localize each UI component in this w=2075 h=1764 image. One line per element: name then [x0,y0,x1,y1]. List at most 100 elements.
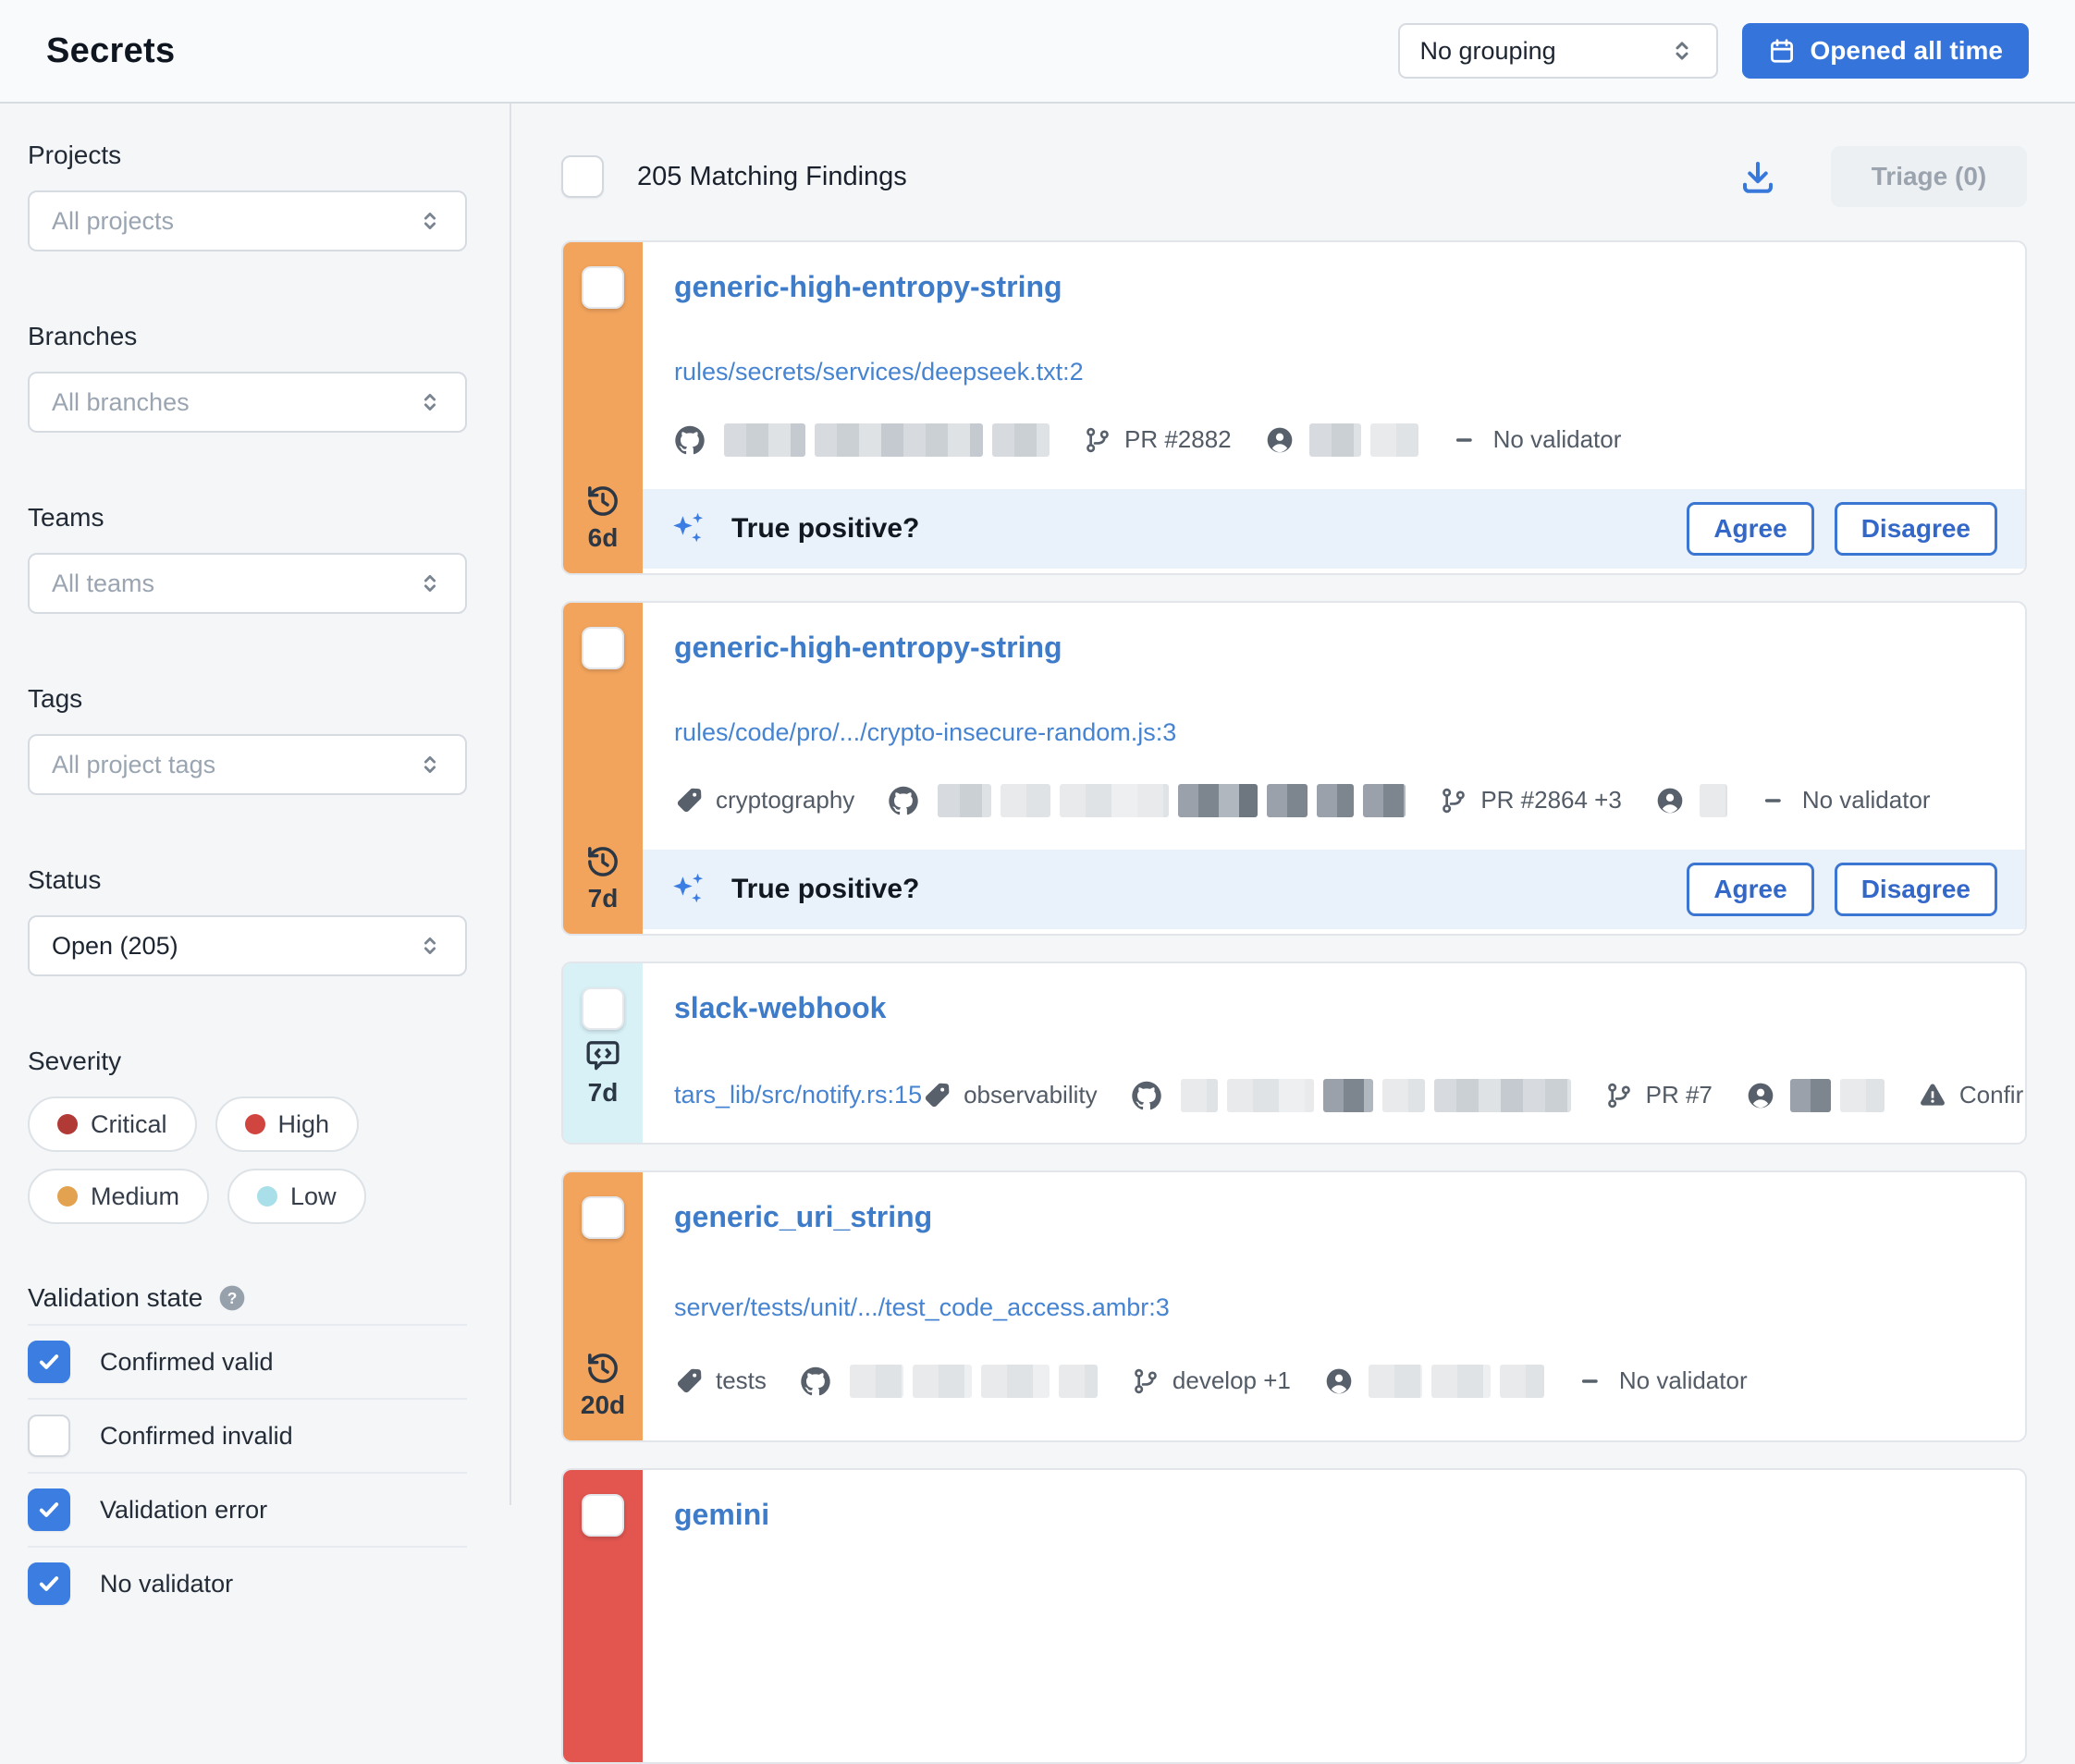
help-icon: ? [217,1283,247,1313]
redacted-text [1059,1365,1098,1398]
validation-state-label: Validation state [28,1283,203,1313]
redacted-text [850,1365,903,1398]
validation-option-row: No validator [28,1546,467,1620]
severity-bar: 7d [563,963,643,1143]
validation-checkbox-label: No validator [100,1570,233,1599]
redacted-text [724,423,805,457]
tag-icon [674,786,704,815]
finding-content: slack-webhook tars_lib/src/notify.rs:15ob… [643,963,2025,1143]
severity-pill-medium[interactable]: Medium [28,1169,209,1224]
severity-pill-low[interactable]: Low [227,1169,366,1224]
finding-path-row: tars_lib/src/notify.rs:15observabilityPR… [674,1079,1988,1112]
findings-list: 6dgeneric-high-entropy-stringrules/secre… [561,240,2027,1764]
finding-title[interactable]: generic-high-entropy-string [674,270,1062,304]
finding-title[interactable]: generic_uri_string [674,1200,932,1234]
finding-path[interactable]: rules/code/pro/.../crypto-insecure-rando… [674,718,1176,747]
chevron-updown-icon [417,208,443,234]
redacted-text [1370,423,1418,457]
finding-checkbox[interactable] [582,627,624,669]
finding-card: gemini [561,1468,2027,1764]
finding-path[interactable]: tars_lib/src/notify.rs:15 [674,1081,922,1109]
filter-select-tags[interactable]: All project tags [28,734,467,795]
redacted-text [1434,1079,1571,1112]
redacted-text [1840,1079,1885,1112]
filters-sidebar: ProjectsAll projectsBranchesAll branches… [0,104,511,1505]
tag-segment: observability [922,1081,1098,1110]
filter-select-status[interactable]: Open (205) [28,915,467,976]
filter-select-projects[interactable]: All projects [28,190,467,251]
filter-label: Status [28,865,467,895]
validation-checkbox[interactable] [28,1415,70,1457]
triage-button[interactable]: Triage (0) [1831,146,2027,207]
history-icon [584,483,621,520]
validation-checkbox[interactable] [28,1488,70,1531]
tag-label: cryptography [716,786,854,815]
disagree-button[interactable]: Disagree [1835,502,1997,556]
finding-checkbox[interactable] [582,1494,624,1537]
validator-label: Confirmed valid [1959,1081,2027,1109]
branch-segment: PR #2882 [1083,425,1232,455]
validator-label: No validator [1493,425,1622,454]
agree-button[interactable]: Agree [1687,502,1813,556]
page-title: Secrets [46,31,175,71]
finding-path[interactable]: server/tests/unit/.../test_code_access.a… [674,1293,1170,1322]
validation-checkbox[interactable] [28,1341,70,1383]
grouping-select-value: No grouping [1420,37,1556,66]
severity-section: SeverityCriticalHighMediumLow [28,1047,467,1224]
filter-select-value: All project tags [52,751,215,779]
actor-segment [1265,423,1418,457]
grouping-select[interactable]: No grouping [1398,23,1718,79]
date-range-button[interactable]: Opened all time [1742,23,2030,79]
redacted-text [1323,1079,1373,1112]
sparkles-icon [667,869,707,910]
repo-redaction [850,1365,1098,1398]
filter-label: Teams [28,503,467,533]
validator-label: No validator [1802,786,1931,815]
finding-title[interactable]: gemini [674,1498,769,1532]
redacted-text [1382,1079,1425,1112]
filter-select-value: All projects [52,207,174,236]
filter-select-teams[interactable]: All teams [28,553,467,614]
finding-checkbox[interactable] [582,1196,624,1239]
redacted-text [938,784,991,817]
actor-redaction [1790,1079,1885,1112]
github-icon [888,785,919,816]
page-header: Secrets No grouping Opened all time [0,0,2075,104]
severity-dot [57,1186,78,1207]
validation-checkbox-label: Confirmed invalid [100,1422,293,1451]
filter-select-branches[interactable]: All branches [28,372,467,433]
finding-meta: PR #2882 No validator [674,423,1988,457]
age-label: 7d [588,884,619,913]
download-icon[interactable] [1738,157,1777,196]
validation-checkbox-label: Validation error [100,1496,267,1525]
findings-toolbar: 205 Matching Findings Triage (0) [561,146,2027,207]
calendar-icon [1768,37,1796,65]
redacted-text [1178,784,1258,817]
true-positive-prompt: True positive?AgreeDisagree [643,850,2025,929]
finding-title[interactable]: generic-high-entropy-string [674,631,1062,665]
redacted-text [1060,784,1169,817]
findings-main: 205 Matching Findings Triage (0) 6dgener… [511,104,2075,1505]
validation-checkbox[interactable] [28,1562,70,1605]
severity-bar [563,1470,643,1762]
chevron-updown-icon [417,933,443,959]
finding-title[interactable]: slack-webhook [674,991,886,1025]
disagree-button[interactable]: Disagree [1835,863,1997,916]
finding-card: 7d slack-webhook tars_lib/src/notify.rs:15… [561,962,2027,1145]
tag-icon [674,1366,704,1396]
severity-pill-high[interactable]: High [215,1096,360,1152]
finding-path-row: rules/secrets/services/deepseek.txt:2 [674,358,1988,386]
svg-text:?: ? [227,1289,238,1307]
validator-segment: No validator [1452,425,1622,455]
finding-meta: testsdevelop +1No validator [674,1365,1988,1398]
filter-section-status: Status Open (205) [28,865,467,976]
finding-checkbox[interactable] [582,987,624,1030]
severity-pill-critical[interactable]: Critical [28,1096,197,1152]
select-all-checkbox[interactable] [561,155,604,198]
finding-checkbox[interactable] [582,266,624,309]
validator-segment: No validator [1761,786,1931,815]
branch-label: PR #2864 +3 [1480,786,1622,815]
repo-redaction [1181,1079,1571,1112]
agree-button[interactable]: Agree [1687,863,1813,916]
finding-path[interactable]: rules/secrets/services/deepseek.txt:2 [674,358,1084,386]
